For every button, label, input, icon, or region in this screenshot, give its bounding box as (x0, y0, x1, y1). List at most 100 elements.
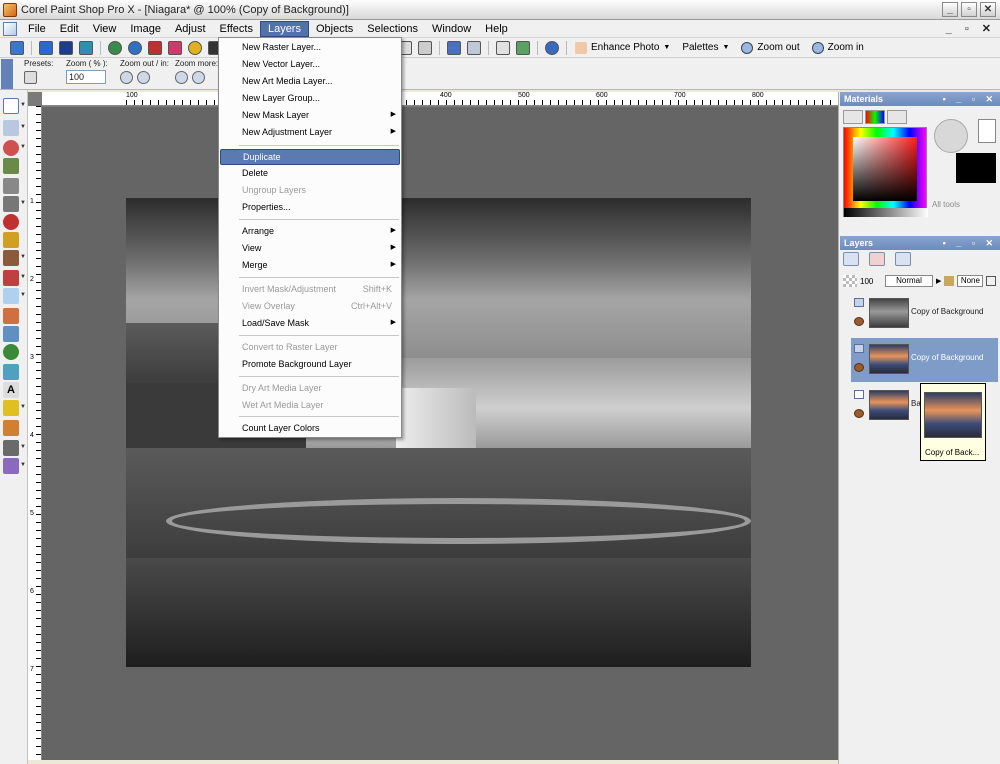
chevron-down-icon[interactable]: ▼ (20, 102, 26, 108)
menu-layers[interactable]: Layers (259, 20, 309, 37)
redo-icon[interactable] (467, 40, 481, 55)
opacity-value[interactable]: 100 (860, 277, 882, 286)
menu-item-delete[interactable]: Delete (220, 165, 400, 181)
document-window-controls[interactable]: _ ▫ ✕ (946, 22, 996, 35)
background-swatch[interactable] (956, 153, 996, 183)
menu-item-ungroup-layers[interactable]: Ungroup Layers (220, 182, 400, 198)
crop-tool-icon[interactable] (3, 178, 19, 194)
layers-icon[interactable] (516, 40, 530, 55)
pen-tool-icon[interactable] (3, 364, 19, 380)
smudge-tool-icon[interactable] (3, 440, 19, 456)
foreground-swatch[interactable] (978, 119, 996, 143)
blend-mode-select[interactable]: Normal (885, 275, 933, 287)
menu-item-new-art-media-layer[interactable]: New Art Media Layer... (220, 73, 400, 89)
clone-tool-icon[interactable] (3, 250, 19, 266)
chevron-down-icon[interactable]: ▼ (20, 254, 26, 260)
layers-panel-title[interactable]: Layers ▪ _ ▫ ✕ (840, 236, 1000, 250)
red-eye-icon[interactable] (148, 40, 162, 55)
browse-icon[interactable] (10, 40, 24, 55)
menu-item-view[interactable]: View ▶ (220, 240, 400, 256)
chevron-down-icon[interactable]: ▼ (20, 462, 26, 468)
menu-item-new-raster-layer[interactable]: New Raster Layer... (220, 39, 400, 55)
zoom-more-out-icon[interactable] (175, 71, 188, 84)
menu-file[interactable]: File (21, 22, 53, 36)
panel-controls[interactable]: ▪ _ ▫ ✕ (943, 236, 997, 250)
chevron-down-icon[interactable]: ▼ (20, 144, 26, 150)
lock-icon[interactable] (986, 276, 997, 286)
chevron-down-icon[interactable]: ▼ (20, 444, 26, 450)
menu-item-new-vector-layer[interactable]: New Vector Layer... (220, 56, 400, 72)
menu-objects[interactable]: Objects (309, 22, 360, 36)
zoom-out-icon[interactable] (120, 71, 133, 84)
materials-panel-title[interactable]: Materials ▪ _ ▫ ✕ (840, 92, 1000, 106)
menu-item-load-save-mask[interactable]: Load/Save Mask ▶ (220, 315, 400, 331)
eye-icon[interactable] (854, 409, 864, 418)
zoom-out-button[interactable]: Zoom out (741, 41, 800, 54)
panel-controls[interactable]: ▪ _ ▫ ✕ (943, 92, 997, 106)
eye-icon[interactable] (854, 363, 864, 372)
close-button[interactable]: ✕ (980, 2, 996, 17)
menu-item-arrange[interactable]: Arrange ▶ (220, 223, 400, 239)
document-icon[interactable] (3, 21, 17, 36)
info-icon[interactable] (545, 40, 559, 55)
dropper-tool-icon[interactable] (3, 158, 19, 174)
chevron-down-icon[interactable]: ▼ (20, 124, 26, 130)
red-eye-tool-icon[interactable] (3, 214, 19, 230)
rainbow-tab[interactable] (865, 110, 885, 124)
grayscale-strip[interactable] (844, 208, 928, 217)
zoom-in-button[interactable]: Zoom in (811, 41, 864, 54)
pick-tool-icon[interactable] (3, 120, 19, 136)
undo-icon[interactable] (447, 40, 461, 55)
text-tool-icon[interactable]: A (3, 382, 19, 398)
web-icon[interactable] (128, 40, 142, 55)
window-icon[interactable] (59, 40, 73, 55)
color-replacer-tool-icon[interactable] (3, 344, 19, 360)
menu-item-new-adjustment-layer[interactable]: New Adjustment Layer ▶ (220, 124, 400, 140)
target-icon[interactable] (188, 40, 202, 55)
swatches-tab[interactable] (887, 110, 907, 124)
menu-adjust[interactable]: Adjust (168, 22, 213, 36)
flood-fill-tool-icon[interactable] (3, 326, 19, 342)
globe-icon[interactable] (108, 40, 122, 55)
menu-item-convert-to-raster-layer[interactable]: Convert to Raster Layer (220, 339, 400, 355)
menu-effects[interactable]: Effects (213, 22, 260, 36)
paint-brush-tool-icon[interactable] (3, 270, 19, 286)
new-layer-icon[interactable] (843, 252, 859, 266)
menu-item-new-layer-group[interactable]: New Layer Group... (220, 90, 400, 106)
zoom-more-in-icon[interactable] (192, 71, 205, 84)
menu-item-invert-mask-adjustment[interactable]: Invert Mask/Adjustment Shift+K (220, 281, 400, 297)
menu-item-view-overlay[interactable]: View Overlay Ctrl+Alt+V (220, 298, 400, 314)
pan-tool-icon[interactable] (3, 98, 19, 114)
layer-style-icon[interactable] (895, 252, 911, 266)
eraser-tool-icon[interactable] (3, 308, 19, 324)
maximize-button[interactable]: ▫ (961, 2, 977, 17)
menu-item-wet-art-media-layer[interactable]: Wet Art Media Layer (220, 397, 400, 413)
all-tools-checkbox[interactable]: All tools (932, 200, 960, 209)
chevron-right-icon[interactable]: ▶ (936, 277, 941, 285)
menu-item-properties[interactable]: Properties... (220, 199, 400, 215)
print-icon[interactable] (418, 40, 432, 55)
chevron-down-icon[interactable]: ▼ (20, 200, 26, 206)
mask-mode-select[interactable]: None (957, 275, 984, 287)
marker-tool-icon[interactable] (3, 458, 19, 474)
pan-icon[interactable] (24, 71, 37, 84)
zoom-in-icon[interactable] (137, 71, 150, 84)
menu-item-promote-background-layer[interactable]: Promote Background Layer (220, 356, 400, 372)
palettes-button[interactable]: Palettes ▼ (682, 42, 729, 53)
chevron-down-icon[interactable]: ▼ (20, 292, 26, 298)
frame-tab[interactable] (843, 110, 863, 124)
art-media-tool-icon[interactable] (3, 420, 19, 436)
saturation-lightness-square[interactable] (853, 137, 917, 201)
shape-tool-icon[interactable] (3, 400, 19, 416)
menu-item-new-mask-layer[interactable]: New Mask Layer ▶ (220, 107, 400, 123)
screen-icon[interactable] (39, 40, 53, 55)
copy-icon[interactable] (496, 40, 510, 55)
palette-icon[interactable] (168, 40, 182, 55)
enhance-photo-button[interactable]: Enhance Photo ▼ (575, 41, 670, 54)
layer-row-selected[interactable]: Copy of Background (851, 338, 998, 382)
selection-tool-icon[interactable] (3, 140, 19, 156)
menu-help[interactable]: Help (478, 22, 515, 36)
zoom-input[interactable]: 100 (66, 70, 106, 84)
menu-window[interactable]: Window (425, 22, 478, 36)
chevron-down-icon[interactable]: ▼ (20, 404, 26, 410)
